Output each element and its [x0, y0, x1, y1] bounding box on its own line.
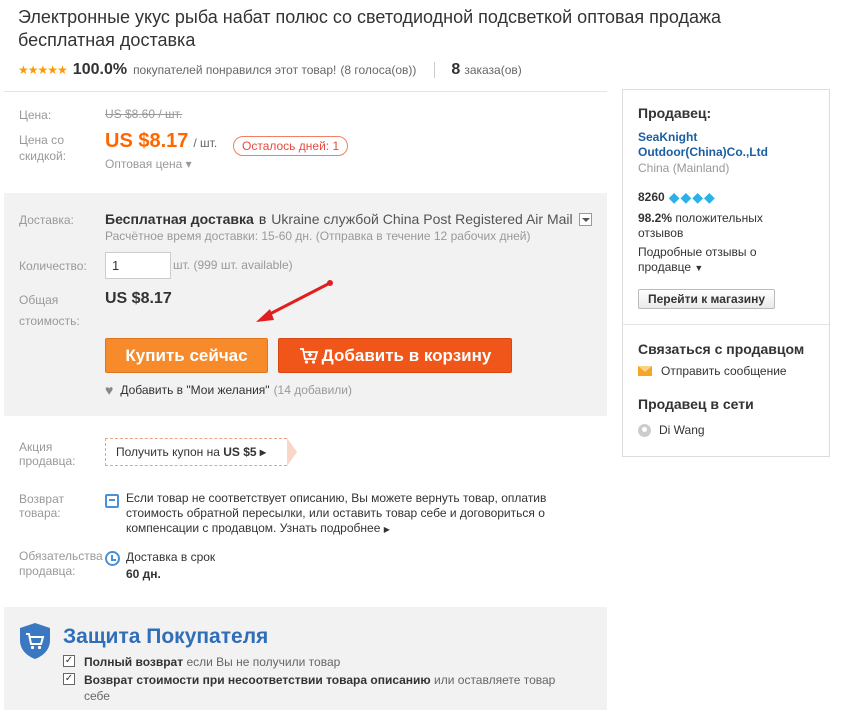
send-message-text: Отправить сообщение	[661, 364, 787, 378]
seller-panel: Продавец: SeaKnight Outdoor(China)Co.,Lt…	[622, 89, 830, 457]
rating-row: ★★★★★ 100.0% покупателей понравился этот…	[18, 61, 522, 79]
shipping-dropdown-icon[interactable]	[578, 212, 592, 226]
orders-label: заказа(ов)	[464, 63, 522, 77]
diamond-icon: ◆	[692, 189, 704, 205]
shipping-estimate: Расчётное время доставки: 15-60 дн. (Отп…	[105, 229, 531, 243]
free-shipping-text: Бесплатная доставка	[105, 211, 254, 227]
rating-text: покупателей понравился этот товар!	[133, 63, 337, 77]
shipping-label: Доставка:	[19, 213, 74, 227]
person-icon	[638, 423, 651, 437]
current-price-value: US $8.17	[105, 130, 189, 152]
total-price: US $8.17	[105, 290, 172, 307]
protection-item-mismatch: Возврат стоимости при несоответствии тов…	[84, 672, 564, 704]
rating-stars-icon: ★★★★★	[18, 63, 68, 77]
heart-icon: ♥	[105, 382, 114, 398]
guarantee-delivery: Доставка в срок	[126, 550, 216, 564]
check-icon: ✓	[63, 673, 75, 685]
returns-text-block: Если товар не соответствует описанию, Вы…	[126, 491, 566, 537]
cart-icon	[299, 347, 318, 364]
check-icon: ✓	[63, 655, 75, 667]
wishlist-link[interactable]: Добавить в "Мои желания"	[120, 383, 269, 397]
diamond-icon: ◆	[704, 189, 715, 205]
add-to-cart-button[interactable]: Добавить в корзину	[278, 338, 512, 373]
clock-icon	[105, 551, 120, 566]
shipping-destination: Ukraine службой China Post Registered Ai…	[271, 211, 573, 227]
caret-down-icon: ▼	[694, 263, 704, 273]
product-title: Электронные укус рыба набат полюс со све…	[18, 7, 722, 50]
shield-cart-icon	[20, 623, 50, 659]
total-label: Общая стоимость:	[19, 293, 80, 328]
seller-score[interactable]: 8260	[638, 190, 665, 204]
returns-label: Возврат товара:	[19, 492, 64, 520]
coupon-text: Получить купон на	[116, 445, 220, 459]
red-arrow-annotation	[256, 280, 333, 322]
diamond-icon: ◆	[680, 189, 692, 205]
positive-percent: 98.2%	[638, 211, 673, 225]
return-icon	[105, 494, 119, 508]
days-left-badge: Осталось дней: 1	[233, 136, 349, 156]
current-price: US $8.17 / шт.	[105, 130, 217, 153]
learn-more-link[interactable]: Узнать подробнее	[280, 521, 381, 535]
quantity-input[interactable]	[105, 252, 171, 279]
contact-seller-heading: Связаться с продавцом	[638, 341, 805, 357]
protection-item-bold: Полный возврат	[84, 655, 184, 669]
buyer-protection-title: Защита Покупателя	[63, 625, 269, 648]
quantity-label: Количество:	[19, 259, 87, 273]
shipping-in-word: в	[258, 211, 267, 227]
diamond-icon: ◆	[668, 189, 680, 205]
seller-heading: Продавец:	[638, 105, 712, 121]
detailed-feedback-link[interactable]: Подробные отзывы о продавце ▼	[638, 245, 808, 276]
add-to-cart-label: Добавить в корзину	[321, 345, 492, 365]
protection-item-rest: если Вы не получили товар	[186, 655, 341, 669]
guarantee-days: 60 дн.	[126, 567, 161, 581]
wishlist-row[interactable]: ♥ Добавить в "Мои желания" (14 добавили)	[105, 382, 352, 398]
discount-price-label: Цена со скидкой:	[19, 133, 67, 163]
divider	[434, 62, 436, 78]
guarantee-label: Обязательства продавца:	[19, 549, 103, 578]
seller-name-link[interactable]: SeaKnight Outdoor(China)Co.,Ltd	[638, 130, 818, 160]
envelope-icon	[638, 366, 652, 376]
coupon-value: US $5 ▸	[223, 445, 266, 459]
send-message-link[interactable]: Отправить сообщение	[638, 364, 787, 378]
promo-label: Акция продавца:	[19, 440, 76, 468]
seller-country: China (Mainland)	[638, 161, 730, 175]
go-to-store-button[interactable]: Перейти к магазину	[638, 289, 775, 309]
divider	[4, 91, 607, 92]
get-coupon-button[interactable]: Получить купон на US $5 ▸	[105, 438, 297, 466]
rating-votes[interactable]: (8 голоса(ов))	[340, 63, 416, 77]
shipping-info: Бесплатная доставка в Ukraine службой Ch…	[105, 211, 592, 227]
price-unit: / шт.	[193, 136, 218, 150]
seller-online-name: Di Wang	[659, 423, 705, 437]
seller-positive-feedback: 98.2% положительных отзывов	[638, 211, 808, 241]
wishlist-count: (14 добавили)	[273, 383, 352, 397]
rating-percent: 100.0%	[72, 61, 128, 78]
buy-now-button[interactable]: Купить сейчас	[105, 338, 268, 373]
divider	[623, 324, 829, 325]
seller-score-row: 8260 ◆ ◆ ◆ ◆	[638, 190, 716, 204]
seller-online-heading: Продавец в сети	[638, 396, 754, 412]
price-label: Цена:	[19, 108, 52, 122]
orders-count: 8	[451, 61, 461, 78]
wholesale-price-link[interactable]: Оптовая цена ▾	[105, 157, 192, 171]
protection-item-bold: Возврат стоимости при несоответствии тов…	[84, 673, 431, 687]
protection-item-refund: Полный возврат если Вы не получили товар	[84, 654, 340, 670]
old-price: US $8.60 / шт.	[105, 107, 183, 121]
quantity-available: шт. (999 шт. available)	[173, 258, 293, 272]
learn-more-arrow-icon: ▶	[383, 525, 390, 534]
seller-online-contact[interactable]: Di Wang	[638, 423, 705, 437]
